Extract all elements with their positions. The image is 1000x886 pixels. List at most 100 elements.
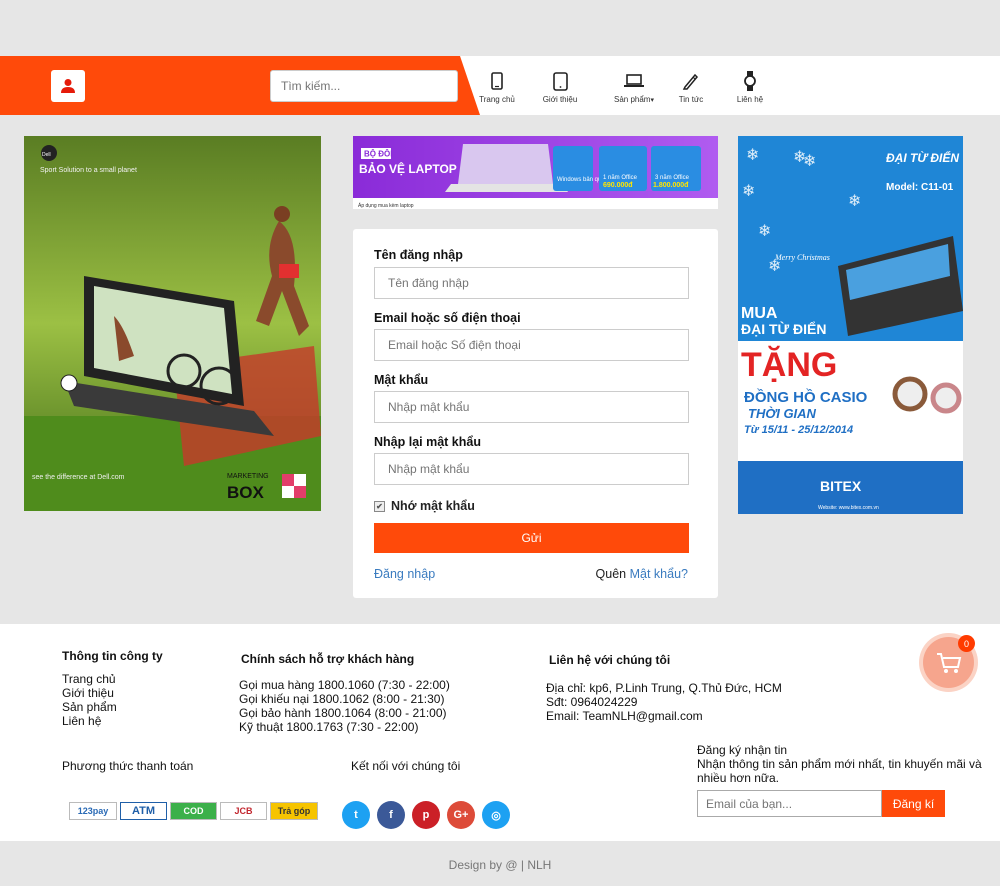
ad-banner-laptop-protection[interactable]: BỘ ĐÔI BẢO VỆ LAPTOP Windows bản quyền 1…: [353, 136, 718, 209]
ad-price2: 1.800.000đ: [653, 182, 689, 189]
nav-label: Liên hệ: [736, 95, 764, 104]
contact-address: Địa chỉ: kp6, P.Linh Trung, Q.Thủ Đức, H…: [546, 681, 782, 695]
forgot-password-link[interactable]: Mật khẩu?: [630, 567, 688, 581]
bitex-xmas: Merry Christmas: [774, 253, 830, 262]
bitex-dtd: ĐẠI TỪ ĐIỂN: [741, 320, 827, 337]
user-icon: [61, 79, 75, 93]
cart-icon: [936, 652, 961, 673]
bitex-casio: ĐỒNG HỒ CASIO: [744, 388, 868, 406]
contact-email: Email: TeamNLH@gmail.com: [546, 709, 703, 723]
pay-jcb-icon: JCB: [220, 802, 267, 820]
laptop-icon: [624, 74, 644, 87]
ad-laptop-note: Áp dụng mua kèm laptop: [358, 202, 414, 209]
contact-input[interactable]: [374, 329, 689, 361]
contact-title: Liên hệ với chúng tôi: [549, 653, 671, 667]
bitex-logo: BITEX: [820, 478, 862, 494]
policy-line: Gọi mua hàng 1800.1060 (7:30 - 22:00): [239, 678, 450, 692]
tablet-icon: [552, 71, 568, 91]
bitex-thoigian: THỜI GIAN: [748, 406, 817, 421]
svg-text:❄: ❄: [803, 151, 816, 170]
pay-installment-icon: Trả góp: [270, 802, 318, 820]
marketing-stamp-2: BOX: [227, 483, 265, 502]
footer: Thông tin công ty Trang chủ Giới thiệu S…: [0, 624, 1000, 841]
svg-text:❄: ❄: [758, 221, 771, 240]
contact-phone: Sđt: 0964024229: [546, 695, 638, 709]
pay-123pay-icon: 123pay: [69, 802, 117, 820]
ad-price1: 690.000đ: [603, 182, 633, 189]
dell-logo-text: Dell: [42, 152, 51, 158]
nav-tin-tuc[interactable]: Tin tức: [661, 70, 721, 104]
nav-trang-chu[interactable]: Trang chủ: [467, 70, 527, 104]
password-input[interactable]: [374, 391, 689, 423]
bitex-brand-top: ĐẠI TỪ ĐIỂN: [886, 150, 959, 165]
newsletter-email-input[interactable]: [697, 790, 882, 817]
pinterest-icon[interactable]: p: [412, 801, 440, 829]
policy-line: Kỹ thuật 1800.1763 (7:30 - 22:00): [239, 720, 419, 734]
copyright-text: Design by @ | NLH: [448, 858, 552, 872]
forgot-prefix: Quên: [595, 567, 627, 581]
svg-text:❄: ❄: [848, 191, 861, 210]
svg-text:❄: ❄: [742, 181, 755, 200]
policy-line: Gọi bảo hành 1800.1064 (8:00 - 21:00): [239, 706, 447, 720]
remember-row: ✔ Nhớ mật khẩu: [374, 499, 475, 513]
ad-office2: 3 năm Office: [655, 175, 690, 181]
nav-gioi-thieu[interactable]: Giới thiệu: [530, 70, 590, 104]
bitex-tang: TẶNG: [741, 346, 837, 384]
instagram-icon[interactable]: ◎: [482, 801, 510, 829]
user-account-button[interactable]: [51, 70, 85, 102]
password-label: Mật khẩu: [374, 373, 429, 387]
bitex-mua: MUA: [741, 305, 778, 322]
register-form: Tên đăng nhập Email hoặc số điện thoại M…: [353, 229, 718, 598]
bitex-model: Model: C11-01: [886, 182, 954, 193]
bitex-ad-illustration: ❄ ❄❄❄❄❄❄ ĐẠI TỪ ĐIỂN Model: C11-01 Merry …: [738, 136, 963, 514]
username-input[interactable]: [374, 267, 689, 299]
ad-laptop-line2: BẢO VỆ LAPTOP: [359, 161, 457, 176]
dell-ad-illustration: Dell Sport Solution to a small planet se…: [24, 136, 321, 511]
footer-link-home[interactable]: Trang chủ: [62, 672, 116, 686]
nav-label: Giới thiệu: [542, 95, 578, 104]
nav-label: Trang chủ: [479, 95, 515, 104]
ad-banner-dell[interactable]: Dell Sport Solution to a small planet se…: [24, 136, 321, 511]
ad-laptop-line1: BỘ ĐÔI: [364, 150, 392, 159]
company-title: Thông tin công ty: [62, 649, 163, 663]
confirm-password-label: Nhập lại mật khẩu: [374, 435, 481, 449]
bitex-site: Website: www.bitex.com.vn: [818, 505, 879, 511]
nav-lien-he[interactable]: Liên hệ: [720, 70, 780, 104]
chevron-down-icon: ▾: [650, 97, 654, 104]
bitex-dates: Từ 15/11 - 25/12/2014: [744, 424, 853, 436]
pen-icon: [682, 73, 699, 90]
laptop-ad-illustration: BỘ ĐÔI BẢO VỆ LAPTOP Windows bản quyền 1…: [353, 136, 718, 209]
dell-tagline: Sport Solution to a small planet: [40, 167, 137, 174]
twitter-icon[interactable]: t: [342, 801, 370, 829]
contact-label: Email hoặc số điện thoại: [374, 311, 521, 325]
social-title: Kết nối với chúng tôi: [351, 759, 461, 773]
login-link[interactable]: Đăng nhập: [374, 567, 435, 581]
dell-footer: see the difference at Dell.com: [32, 474, 125, 481]
newsletter-desc: Nhận thông tin sản phẩm mới nhất, tin kh…: [697, 757, 982, 785]
policy-line: Gọi khiếu nại 1800.1062 (8:00 - 21:30): [239, 692, 445, 706]
policy-title: Chính sách hỗ trợ khách hàng: [241, 652, 415, 666]
confirm-password-input[interactable]: [374, 453, 689, 485]
remember-checkbox[interactable]: ✔: [374, 500, 385, 512]
nav-label: Tin tức: [678, 95, 704, 104]
footer-link-about[interactable]: Giới thiệu: [62, 686, 114, 700]
top-header: Trang chủ Giới thiệu Sản phẩm▾ Tin tức L…: [0, 56, 1000, 115]
newsletter-register-button[interactable]: Đăng kí: [882, 790, 945, 817]
search-input[interactable]: [270, 70, 458, 102]
newsletter-title: Đăng ký nhận tin: [697, 743, 788, 757]
nav-san-pham[interactable]: Sản phẩm▾: [604, 70, 664, 104]
ad-banner-bitex[interactable]: ❄ ❄ ❄ ❄ ❄ ❄ ❄ ĐẠI TỪ ĐIỂN Model: C11-01 Merry …: [738, 136, 963, 514]
marketing-stamp-1: MARKETING: [227, 473, 269, 480]
pay-atm-icon: ATM: [120, 802, 167, 820]
submit-button[interactable]: Gửi: [374, 523, 689, 553]
nav-label: Sản phẩm: [614, 95, 651, 104]
payment-title: Phương thức thanh toán: [62, 759, 194, 773]
watch-icon: [744, 71, 756, 91]
username-label: Tên đăng nhập: [374, 248, 463, 262]
svg-text:❄: ❄: [746, 145, 759, 164]
facebook-icon[interactable]: f: [377, 801, 405, 829]
footer-link-contact[interactable]: Liên hệ: [62, 714, 101, 728]
google-plus-icon[interactable]: G+: [447, 801, 475, 829]
ad-office1: 1 năm Office: [603, 175, 638, 181]
footer-link-products[interactable]: Sản phẩm: [62, 700, 117, 714]
